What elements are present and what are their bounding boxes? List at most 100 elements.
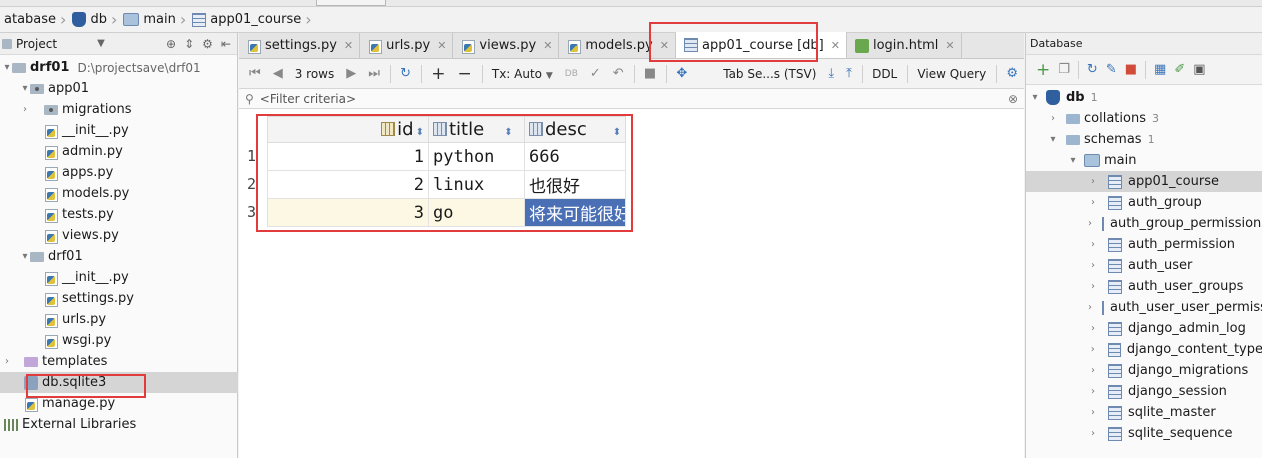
database-panel-title[interactable]: Database xyxy=(1030,37,1083,50)
copy-icon[interactable]: ❐ xyxy=(1058,62,1070,77)
cell-id[interactable]: 2 xyxy=(267,170,429,199)
tab-login-html[interactable]: login.html ✕ xyxy=(846,33,962,58)
db-tree-table[interactable]: › auth_user xyxy=(1026,255,1262,276)
row-number[interactable]: 1 xyxy=(239,142,267,170)
undo-icon[interactable]: ↶ xyxy=(613,66,624,81)
cell-id[interactable]: 3 xyxy=(267,198,429,227)
tree-item-migrations[interactable]: › migrations xyxy=(0,99,238,120)
db-tree-table[interactable]: › sqlite_sequence xyxy=(1026,423,1262,444)
edit-icon[interactable]: ✐ xyxy=(1174,62,1185,77)
add-icon[interactable]: + xyxy=(1036,60,1050,80)
chevron-right-icon[interactable]: › xyxy=(2,356,12,367)
breadcrumb-database[interactable]: atabase › xyxy=(0,9,68,31)
tab-views-py[interactable]: views.py ✕ xyxy=(453,33,560,58)
tree-item-file[interactable]: views.py xyxy=(0,225,238,246)
tree-item-root[interactable]: ▾ drf01 D:\projectsave\drf01 xyxy=(0,57,238,78)
chevron-right-icon[interactable]: › xyxy=(1088,176,1098,187)
project-title[interactable]: Project xyxy=(16,37,57,51)
chevron-right-icon[interactable]: › xyxy=(1088,407,1098,418)
sort-icon[interactable]: ⬍ xyxy=(504,127,512,138)
column-header-id[interactable]: id ⬍ xyxy=(267,116,429,143)
first-page-icon[interactable]: ⏮ xyxy=(249,66,261,81)
cell-desc[interactable]: 也很好 xyxy=(523,170,627,199)
run-config-selector[interactable] xyxy=(316,0,386,6)
delete-row-icon[interactable]: − xyxy=(457,64,471,84)
chevron-right-icon[interactable]: › xyxy=(1088,281,1098,292)
tree-item-templates[interactable]: › templates xyxy=(0,351,238,372)
breadcrumb-db[interactable]: db › xyxy=(68,9,119,31)
db-tree-item-main[interactable]: ▾ main xyxy=(1026,150,1262,171)
sort-icon[interactable]: ⬍ xyxy=(613,127,621,138)
db-tree-table[interactable]: › app01_course xyxy=(1026,171,1262,192)
ddl-button[interactable]: DDL xyxy=(872,67,897,81)
chevron-down-icon[interactable]: ▾ xyxy=(1030,92,1040,103)
breadcrumb-main[interactable]: main › xyxy=(119,9,188,31)
add-row-icon[interactable]: + xyxy=(431,64,445,84)
chevron-right-icon[interactable]: › xyxy=(1088,365,1098,376)
tree-item-file[interactable]: wsgi.py xyxy=(0,330,238,351)
chevron-right-icon[interactable]: › xyxy=(1088,302,1092,313)
close-icon[interactable]: ✕ xyxy=(945,39,954,52)
transpose-icon[interactable]: ✥ xyxy=(676,66,687,81)
chevron-down-icon[interactable]: ▾ xyxy=(1068,155,1078,166)
chevron-right-icon[interactable]: › xyxy=(1088,260,1098,271)
sort-icon[interactable]: ⬍ xyxy=(416,127,424,138)
console-icon[interactable]: ▣ xyxy=(1193,62,1205,77)
sync-icon[interactable]: ⊕ xyxy=(166,37,176,51)
close-icon[interactable]: ✕ xyxy=(344,39,353,52)
cell-desc[interactable]: 将来可能很好 xyxy=(523,198,627,227)
tree-item-file[interactable]: models.py xyxy=(0,183,238,204)
chevron-right-icon[interactable]: › xyxy=(20,104,30,115)
db-tree-table[interactable]: › django_content_type xyxy=(1026,339,1262,360)
chevron-down-icon[interactable]: ▼ xyxy=(97,38,105,49)
chevron-right-icon[interactable]: › xyxy=(1088,323,1098,334)
chevron-down-icon[interactable]: ▾ xyxy=(1048,134,1058,145)
db-tree-table[interactable]: › sqlite_master xyxy=(1026,402,1262,423)
db-tree-item-schemas[interactable]: ▾ schemas 1 xyxy=(1026,129,1262,150)
tab-settings-py[interactable]: settings.py ✕ xyxy=(239,33,361,58)
export-format-dropdown[interactable]: Tab Se...s (TSV) xyxy=(723,67,816,81)
prev-page-icon[interactable]: ◀ xyxy=(273,66,283,81)
close-icon[interactable]: ✕ xyxy=(437,39,446,52)
tx-mode-dropdown[interactable]: Tx: Auto ▼ xyxy=(492,67,553,81)
gear-icon[interactable]: ⚙ xyxy=(202,37,213,51)
db-tree-item-collations[interactable]: › collations 3 xyxy=(1026,108,1262,129)
db-commit-icon[interactable]: DB xyxy=(565,69,578,79)
cell-title[interactable]: go xyxy=(428,198,525,227)
chevron-down-icon[interactable]: ▾ xyxy=(20,83,30,94)
db-tree-table[interactable]: › auth_user_groups xyxy=(1026,276,1262,297)
breadcrumb-table[interactable]: app01_course › xyxy=(188,9,313,31)
cell-title[interactable]: linux xyxy=(428,170,525,199)
tree-item-file[interactable]: manage.py xyxy=(0,393,238,414)
chevron-right-icon[interactable]: › xyxy=(1088,386,1098,397)
table-row[interactable]: 2 linux 也很好 xyxy=(267,170,627,199)
last-page-icon[interactable]: ⏭ xyxy=(368,66,380,81)
refresh-icon[interactable]: ↻ xyxy=(1087,62,1098,77)
tree-item-app01[interactable]: ▾ app01 xyxy=(0,78,238,99)
tree-item-file[interactable]: apps.py xyxy=(0,162,238,183)
db-tree-table[interactable]: › auth_permission xyxy=(1026,234,1262,255)
chevron-right-icon[interactable]: › xyxy=(1088,239,1098,250)
clear-icon[interactable]: ⊗ xyxy=(1008,92,1018,106)
chevron-down-icon[interactable]: ▾ xyxy=(20,251,30,262)
db-tree-table[interactable]: › django_session xyxy=(1026,381,1262,402)
chevron-right-icon[interactable]: › xyxy=(1088,218,1092,229)
chevron-right-icon[interactable]: › xyxy=(1048,113,1058,124)
collapse-icon[interactable]: ⇕ xyxy=(184,37,194,51)
view-query-button[interactable]: View Query xyxy=(917,67,986,81)
chevron-right-icon[interactable]: › xyxy=(1088,344,1098,355)
tree-item-drf01[interactable]: ▾ drf01 xyxy=(0,246,238,267)
tab-models-py[interactable]: models.py ✕ xyxy=(559,33,676,58)
tree-item-file[interactable]: __init__.py xyxy=(0,120,238,141)
download-icon[interactable]: ⤓ xyxy=(828,66,834,81)
chevron-right-icon[interactable]: › xyxy=(1088,428,1098,439)
hide-icon[interactable]: ⇤ xyxy=(221,37,231,51)
tree-item-file[interactable]: urls.py xyxy=(0,309,238,330)
tab-urls-py[interactable]: urls.py ✕ xyxy=(360,33,454,58)
row-number[interactable]: 3 xyxy=(239,198,267,226)
db-tree-table[interactable]: › auth_group_permissions xyxy=(1026,213,1262,234)
db-tree-table[interactable]: › auth_user_user_permissions xyxy=(1026,297,1262,318)
close-icon[interactable]: ✕ xyxy=(543,39,552,52)
table-view-icon[interactable]: ▦ xyxy=(1154,62,1166,77)
close-icon[interactable]: ✕ xyxy=(831,39,840,52)
